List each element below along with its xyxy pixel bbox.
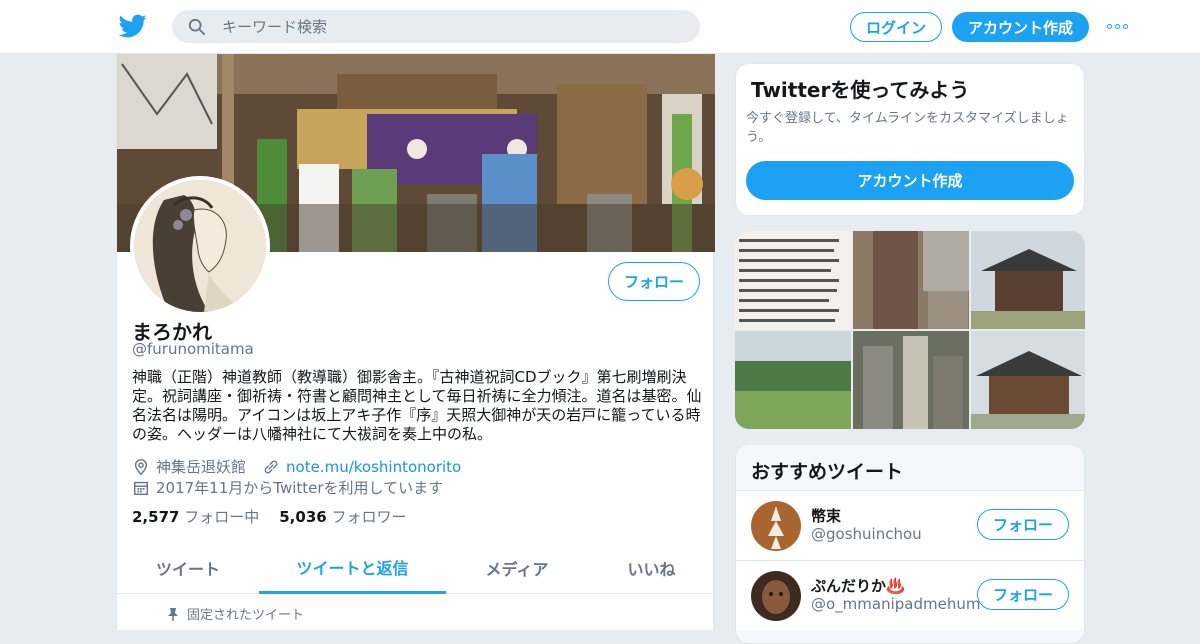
photo-thumbnail[interactable] xyxy=(853,331,969,429)
recommended-handle[interactable]: @o_mmanipadmehum xyxy=(811,595,980,613)
profile-joined-date: 2017年11月からTwitterを利用しています xyxy=(156,479,444,497)
photo-shrine-building xyxy=(971,331,1085,429)
profile-handle[interactable]: @furunomitama xyxy=(132,340,254,358)
followers-label: フォロワー xyxy=(331,508,407,526)
profile-meta-row: 神集岳退妖館 note.mu/koshintonorito xyxy=(132,456,461,477)
tab-media[interactable]: メディア xyxy=(446,542,588,594)
signup-card-title: Twitterを使ってみよう xyxy=(751,78,970,102)
profile-joined-row: 2017年11月からTwitterを利用しています xyxy=(132,477,443,498)
follow-button[interactable]: フォロー xyxy=(977,509,1069,540)
top-navigation-bar: ログイン アカウント作成 xyxy=(0,0,1200,54)
photo-stone-monuments xyxy=(853,331,969,429)
signup-card: Twitterを使ってみよう 今すぐ登録して、タイムラインをカスタマイズしましょ… xyxy=(735,63,1085,216)
tab-likes[interactable]: いいね xyxy=(588,542,715,594)
followers-count: 5,036 xyxy=(279,508,327,526)
following-stat[interactable]: 2,577 フォロー中 xyxy=(132,506,259,527)
signup-card-button[interactable]: アカウント作成 xyxy=(746,161,1074,200)
profile-website-link[interactable]: note.mu/koshintonorito xyxy=(286,458,461,476)
photo-document xyxy=(735,231,851,329)
calendar-icon xyxy=(133,481,149,495)
recommended-name[interactable]: 幣束 xyxy=(811,505,841,526)
followers-stat[interactable]: 5,036 フォロワー xyxy=(279,506,406,527)
search-icon xyxy=(188,18,206,36)
pinned-tweet-text: 固定されたツイート xyxy=(187,608,305,623)
profile-tabs: ツイート ツイートと返信 メディア いいね xyxy=(117,542,715,594)
following-count: 2,577 xyxy=(132,508,180,526)
pin-icon xyxy=(168,607,178,621)
avatar-illustration xyxy=(134,180,266,312)
twitter-bird-logo-icon[interactable] xyxy=(118,12,148,40)
avatar-gohei xyxy=(751,501,801,551)
recommended-handle[interactable]: @goshuinchou xyxy=(811,525,922,543)
profile-avatar[interactable] xyxy=(130,176,270,316)
link-icon xyxy=(264,460,278,473)
tab-tweets[interactable]: ツイート xyxy=(117,542,259,594)
photo-thumbnail[interactable] xyxy=(853,231,969,329)
recommended-title: おすすめツイート xyxy=(751,461,904,483)
follow-button[interactable]: フォロー xyxy=(608,262,700,301)
search-input[interactable] xyxy=(222,10,682,43)
location-pin-icon xyxy=(134,458,148,475)
photo-thumbnail[interactable] xyxy=(735,231,851,329)
recommended-accounts: おすすめツイート 幣束 @goshuinchou フォロー ぷんだりか♨️ @o… xyxy=(735,444,1085,644)
follow-button[interactable]: フォロー xyxy=(977,579,1069,610)
profile-column: フォロー まろかれ @furunomitama 神職（正階）神道教師（教導職）御… xyxy=(116,54,715,630)
pinned-tweet-label: 固定されたツイート xyxy=(167,604,304,623)
signup-button[interactable]: アカウント作成 xyxy=(952,12,1089,42)
photo-thumbnail[interactable] xyxy=(735,331,851,429)
avatar[interactable] xyxy=(751,501,801,551)
profile-location: 神集岳退妖館 xyxy=(156,458,247,476)
photo-thumbnail[interactable] xyxy=(971,231,1085,329)
recommended-item[interactable]: ぷんだりか♨️ @o_mmanipadmehum フォロー xyxy=(736,560,1084,630)
profile-stats: 2,577 フォロー中 5,036 フォロワー xyxy=(132,506,407,527)
tab-tweets-and-replies[interactable]: ツイートと返信 xyxy=(259,542,446,594)
photo-park-trees xyxy=(735,331,851,429)
photo-temple-gate xyxy=(971,231,1085,329)
more-options-icon[interactable] xyxy=(1107,20,1131,32)
signup-card-subtitle: 今すぐ登録して、タイムラインをカスタマイズしましょう。 xyxy=(746,111,1069,145)
following-label: フォロー中 xyxy=(184,508,260,526)
photo-thumbnail[interactable] xyxy=(971,331,1085,429)
photo-grid xyxy=(735,231,1085,429)
search-box[interactable] xyxy=(172,10,700,43)
login-button[interactable]: ログイン xyxy=(850,12,942,42)
avatar[interactable] xyxy=(751,571,801,621)
recommended-item[interactable]: 幣束 @goshuinchou フォロー xyxy=(736,490,1084,560)
profile-bio: 神職（正階）神道教師（教導職）御影舎主。『古神道祝詞CDブック』第七刷増刷決定。… xyxy=(132,368,702,443)
avatar-buddha-statue xyxy=(751,571,801,621)
photo-tree-trunk xyxy=(853,231,969,329)
recommended-name[interactable]: ぷんだりか♨️ xyxy=(811,575,905,596)
